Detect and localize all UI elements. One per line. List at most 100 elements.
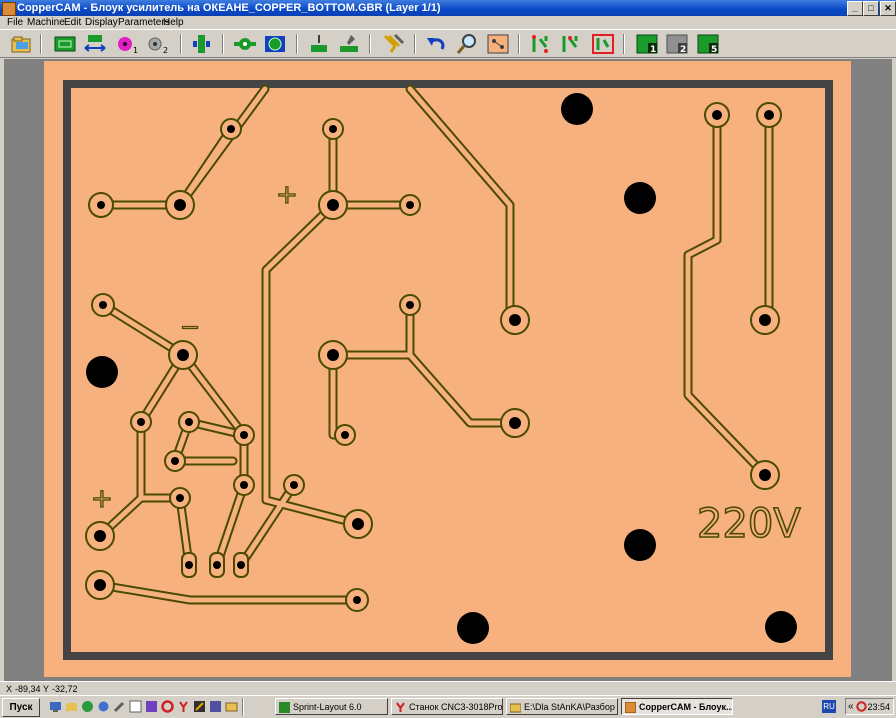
pad[interactable] bbox=[750, 305, 780, 335]
mounting-hole[interactable] bbox=[624, 182, 656, 214]
app-quicklaunch-icon[interactable] bbox=[97, 700, 110, 713]
pad[interactable] bbox=[334, 424, 356, 446]
minimize-button[interactable]: _ bbox=[847, 1, 863, 16]
mounting-hole[interactable] bbox=[561, 93, 593, 125]
pad[interactable] bbox=[283, 474, 305, 496]
tracks-view-2-icon[interactable] bbox=[559, 33, 583, 55]
pcb-workspace[interactable]: 220V + + − bbox=[4, 59, 892, 681]
dimensions-icon[interactable] bbox=[83, 33, 107, 55]
pad[interactable] bbox=[704, 102, 730, 128]
show-desktop-icon[interactable] bbox=[49, 700, 62, 713]
pad[interactable] bbox=[399, 194, 421, 216]
toolbar-separator bbox=[623, 34, 625, 54]
pad[interactable] bbox=[209, 552, 225, 578]
calculate-paths-icon[interactable] bbox=[381, 33, 405, 55]
pad[interactable] bbox=[500, 408, 530, 438]
x-coord-label: X bbox=[6, 684, 13, 694]
pcb-board-canvas[interactable]: 220V + + − bbox=[4, 59, 892, 681]
pad[interactable] bbox=[345, 588, 369, 612]
task-explorer[interactable]: E:\Dla StAnKA\Разбор п... bbox=[506, 698, 618, 715]
menu-help[interactable]: Help bbox=[163, 16, 184, 29]
close-button[interactable]: ✕ bbox=[880, 1, 896, 16]
mill-icon[interactable] bbox=[337, 33, 361, 55]
yandex-icon[interactable] bbox=[177, 700, 190, 713]
layer-1-icon[interactable]: 1 bbox=[635, 33, 659, 55]
open-folder-icon[interactable] bbox=[10, 33, 34, 55]
polarity-minus-label: − bbox=[180, 313, 200, 341]
pad[interactable] bbox=[91, 293, 115, 317]
pad[interactable] bbox=[343, 509, 373, 539]
pad-icon[interactable] bbox=[233, 33, 257, 55]
pad[interactable] bbox=[164, 450, 186, 472]
title-bar[interactable]: CopperCAM - Блоук усилитель на ОКЕАНЕ_CO… bbox=[0, 0, 896, 16]
track-select-icon[interactable] bbox=[190, 33, 214, 55]
drill-hole-2-icon[interactable]: 2 bbox=[145, 33, 169, 55]
window-icon[interactable] bbox=[129, 700, 142, 713]
folder-icon[interactable] bbox=[225, 700, 238, 713]
menu-file[interactable]: File bbox=[7, 16, 23, 29]
pad[interactable] bbox=[165, 190, 195, 220]
pad[interactable] bbox=[233, 552, 249, 578]
layer-2-icon[interactable]: 2 bbox=[665, 33, 689, 55]
pad[interactable] bbox=[88, 192, 114, 218]
opera-icon[interactable] bbox=[161, 700, 174, 713]
task-label: CopperCAM - Блоук... bbox=[639, 702, 733, 712]
browser-icon[interactable] bbox=[81, 700, 94, 713]
menu-display[interactable]: Display bbox=[85, 16, 118, 29]
pad[interactable] bbox=[750, 460, 780, 490]
toolbar-separator bbox=[518, 34, 520, 54]
tray-collapse-button[interactable]: « bbox=[848, 699, 854, 714]
board-view-icon[interactable] bbox=[486, 33, 510, 55]
undo-icon[interactable] bbox=[424, 33, 448, 55]
mounting-hole[interactable] bbox=[86, 356, 118, 388]
pad[interactable] bbox=[168, 340, 198, 370]
menu-parameters[interactable]: Parameters bbox=[118, 16, 170, 29]
task-sprint-layout[interactable]: Sprint-Layout 6.0 bbox=[275, 698, 388, 715]
pad[interactable] bbox=[181, 552, 197, 578]
player-icon[interactable] bbox=[209, 700, 222, 713]
pad[interactable] bbox=[220, 118, 242, 140]
pad-outline-icon[interactable] bbox=[263, 33, 287, 55]
pad[interactable] bbox=[178, 411, 200, 433]
media-icon[interactable] bbox=[145, 700, 158, 713]
task-coppercam[interactable]: CopperCAM - Блоук... bbox=[621, 698, 733, 715]
tool-icon[interactable] bbox=[113, 700, 126, 713]
zoom-icon[interactable] bbox=[455, 33, 479, 55]
task-browser[interactable]: Станок CNC3-3018Pro •... bbox=[391, 698, 503, 715]
pad[interactable] bbox=[169, 487, 191, 509]
pad[interactable] bbox=[500, 305, 530, 335]
pad[interactable] bbox=[233, 474, 255, 496]
menu-edit[interactable]: Edit bbox=[64, 16, 81, 29]
language-indicator[interactable]: RU bbox=[822, 700, 836, 713]
maximize-button[interactable]: □ bbox=[863, 1, 879, 16]
pad[interactable] bbox=[85, 570, 115, 600]
explorer-icon[interactable] bbox=[65, 700, 78, 713]
pcb-contour-icon[interactable] bbox=[53, 33, 77, 55]
pad[interactable] bbox=[399, 294, 421, 316]
pad[interactable] bbox=[756, 102, 782, 128]
clock[interactable]: 23:54 bbox=[867, 699, 890, 715]
layer-5-icon[interactable]: 5 bbox=[696, 33, 720, 55]
hole-label-1: 1 bbox=[133, 46, 138, 55]
coppercam-app-icon[interactable] bbox=[2, 2, 16, 16]
winamp-icon[interactable] bbox=[193, 700, 206, 713]
pad[interactable] bbox=[318, 340, 348, 370]
sprint-layout-icon bbox=[279, 702, 290, 713]
tracks-outline-icon[interactable] bbox=[591, 33, 615, 55]
pad[interactable] bbox=[130, 411, 152, 433]
toolbar-separator bbox=[369, 34, 371, 54]
taskbar: Пуск Sprint-Layout 6.0 Станок CNC3-3018P… bbox=[0, 695, 896, 718]
pad[interactable] bbox=[322, 118, 344, 140]
mounting-hole[interactable] bbox=[457, 612, 489, 644]
mounting-hole[interactable] bbox=[765, 611, 797, 643]
opera-tray-icon[interactable] bbox=[856, 701, 867, 712]
pad[interactable] bbox=[318, 190, 348, 220]
tracks-view-icon[interactable] bbox=[529, 33, 553, 55]
pad[interactable] bbox=[85, 521, 115, 551]
drill-hole-1-icon[interactable]: 1 bbox=[115, 33, 139, 55]
pad[interactable] bbox=[233, 424, 255, 446]
mounting-hole[interactable] bbox=[624, 529, 656, 561]
engrave-icon[interactable] bbox=[307, 33, 331, 55]
start-button[interactable]: Пуск bbox=[2, 698, 40, 717]
menu-machine[interactable]: Machine bbox=[27, 16, 65, 29]
